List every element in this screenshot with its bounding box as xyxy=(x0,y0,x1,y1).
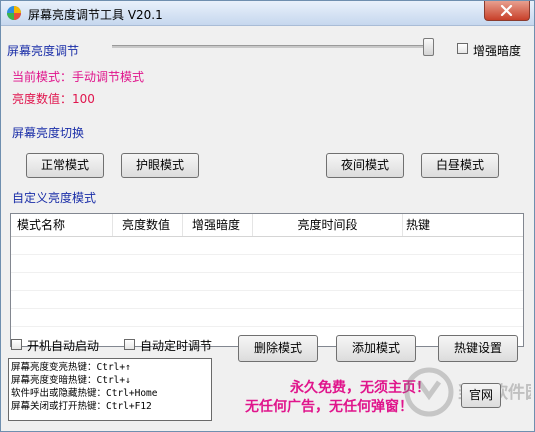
autotimer-checkbox[interactable] xyxy=(124,339,135,350)
hotkey-line-screen-off: 屏幕关闭或打开热键：Ctrl+F12 xyxy=(11,401,152,412)
col-brightness-value[interactable]: 亮度数值 xyxy=(113,214,183,236)
brightness-value-text: 亮度数值：100 xyxy=(12,92,95,106)
hotkey-line-darken: 屏幕亮度变暗热键：Ctrl+↓ xyxy=(11,375,131,386)
title-bar[interactable]: 屏幕亮度调节工具 V20.1 xyxy=(1,1,534,26)
main-panel: 屏幕亮度调节 增强暗度 当前模式：手动调节模式 亮度数值：100 屏幕亮度切换 … xyxy=(1,26,534,431)
promo-no-ads: 无任何广告，无任何弹窗！ xyxy=(245,399,413,415)
night-mode-button[interactable]: 夜间模式 xyxy=(326,153,404,178)
app-icon xyxy=(7,6,21,20)
hotkey-line-toggle-window: 软件呼出或隐藏热键：Ctrl+Home xyxy=(11,388,158,399)
col-hotkey[interactable]: 热键 xyxy=(403,214,523,236)
normal-mode-button[interactable]: 正常模式 xyxy=(26,153,104,178)
custom-mode-table[interactable]: 模式名称 亮度数值 增强暗度 亮度时间段 热键 xyxy=(10,213,524,347)
eye-mode-button[interactable]: 护眼模式 xyxy=(121,153,199,178)
day-mode-button[interactable]: 白昼模式 xyxy=(421,153,499,178)
enhance-dark-label: 增强暗度 xyxy=(473,44,522,58)
col-mode-name[interactable]: 模式名称 xyxy=(11,214,113,236)
delete-mode-button[interactable]: 删除模式 xyxy=(238,335,318,362)
switch-section-label: 屏幕亮度切换 xyxy=(12,126,85,140)
col-enhance-dark[interactable]: 增强暗度 xyxy=(183,214,253,236)
close-icon xyxy=(500,5,513,16)
brightness-slider-thumb[interactable] xyxy=(423,38,434,56)
app-window: 屏幕亮度调节工具 V20.1 屏幕亮度调节 增强暗度 当前模式：手动调节模式 亮… xyxy=(0,0,535,432)
window-title: 屏幕亮度调节工具 V20.1 xyxy=(28,8,163,22)
autostart-label: 开机自动启动 xyxy=(27,339,100,353)
close-button[interactable] xyxy=(484,1,530,21)
current-mode-text: 当前模式：手动调节模式 xyxy=(12,70,145,84)
enhance-dark-checkbox[interactable] xyxy=(457,43,468,54)
autostart-checkbox[interactable] xyxy=(11,339,22,350)
hotkey-info-box[interactable]: 屏幕亮度变亮热键：Ctrl+↑ 屏幕亮度变暗热键：Ctrl+↓ 软件呼出或隐藏热… xyxy=(8,358,212,421)
brightness-slider-track[interactable] xyxy=(112,45,432,48)
hotkey-line-brighten: 屏幕亮度变亮热键：Ctrl+↑ xyxy=(11,362,131,373)
brightness-label: 屏幕亮度调节 xyxy=(7,44,80,58)
table-header: 模式名称 亮度数值 增强暗度 亮度时间段 热键 xyxy=(11,214,523,237)
website-button[interactable]: 官网 xyxy=(461,383,501,408)
col-time-range[interactable]: 亮度时间段 xyxy=(253,214,403,236)
autotimer-label: 自动定时调节 xyxy=(140,339,213,353)
custom-section-label: 自定义亮度模式 xyxy=(12,191,97,205)
